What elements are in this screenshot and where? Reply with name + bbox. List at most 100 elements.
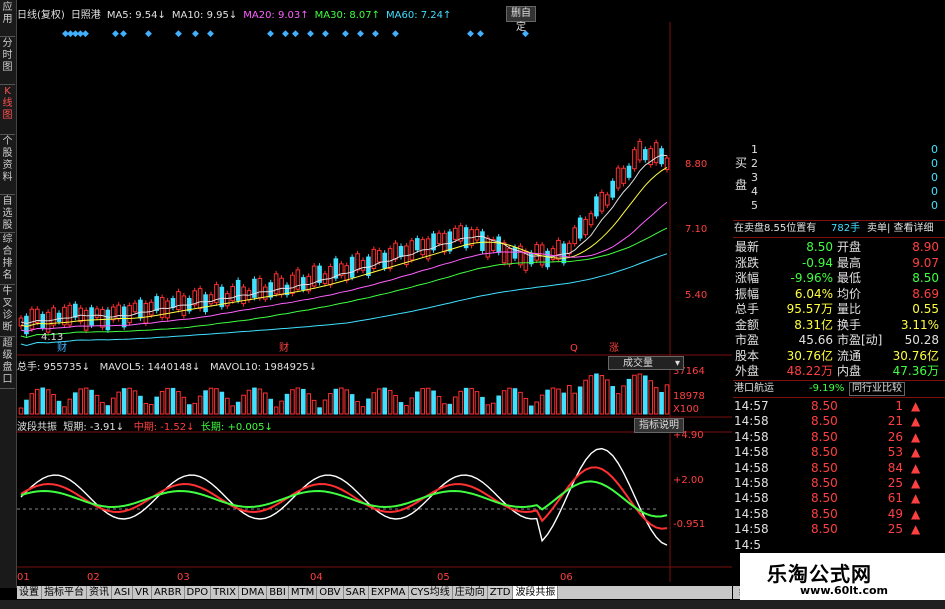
volume-bar <box>241 394 246 415</box>
volume-bar <box>518 391 523 415</box>
sector-name[interactable]: 港口航运 <box>734 381 774 396</box>
tab-17[interactable]: 波段共振 <box>513 586 559 599</box>
volume-bar <box>458 390 464 415</box>
tab-16[interactable]: ZTD <box>488 586 514 599</box>
volume-bar <box>653 387 659 415</box>
sidebar-tab-2[interactable]: K线图 <box>0 86 15 135</box>
indicator-help-button[interactable]: 指标说明 <box>634 418 684 433</box>
tab-10[interactable]: MTM <box>289 586 318 599</box>
volume-bar <box>599 374 605 415</box>
volume-bar <box>89 389 94 415</box>
tab-5[interactable]: ARBR <box>152 586 185 599</box>
volume-bar <box>45 389 51 415</box>
tick-row: 14:57 8.50 1 ▲ <box>733 399 943 414</box>
level-num: 5 <box>751 199 758 212</box>
sidebar-tab-6[interactable]: 牛叉诊断 <box>0 286 15 337</box>
sidebar-tab-4[interactable]: 自选股 <box>0 196 15 233</box>
volume-bar <box>311 399 317 415</box>
tab-6[interactable]: DPO <box>185 586 212 599</box>
candle <box>594 196 599 217</box>
volume-indicator-select[interactable]: 成交量 ▾ <box>608 356 684 370</box>
volume-bar <box>545 389 550 415</box>
candle <box>409 240 415 261</box>
ma-header: 日线(复权) 日照港 MA5: 9.54↓ MA10: 9.95↓ MA20: 9.03… <box>17 6 532 21</box>
volume-bar <box>414 391 420 415</box>
tab-15[interactable]: 庄动向 <box>453 586 488 599</box>
tab-3[interactable]: ASI <box>112 586 134 599</box>
candle <box>485 237 491 258</box>
volume-bar <box>143 403 149 415</box>
volume-bar <box>642 375 648 415</box>
tab-9[interactable]: BBI <box>267 586 289 599</box>
volume-bar <box>235 401 241 415</box>
volume-bar <box>322 399 328 415</box>
sector-compare-button[interactable]: 同行业比较 <box>849 382 905 396</box>
event-diamond-icon: ◆ <box>342 29 349 39</box>
tab-13[interactable]: EXPMA <box>369 586 409 599</box>
level-vol: 0 <box>931 143 938 156</box>
quote-row: 涨幅 -9.96% 最低 8.50 <box>733 271 943 286</box>
event-diamond-icon: ◆ <box>112 29 119 39</box>
level-vol: 0 <box>931 171 938 184</box>
level-num: 4 <box>751 185 758 198</box>
tab-7[interactable]: TRIX <box>211 586 240 599</box>
volume-bar <box>512 388 518 415</box>
tab-12[interactable]: SAR <box>344 586 369 599</box>
mid-line <box>20 466 668 530</box>
tick-price: 8.50 <box>811 522 838 537</box>
tab-14[interactable]: CYS均线 <box>409 586 453 599</box>
volume-bar <box>273 406 279 415</box>
candle <box>632 149 637 170</box>
tick-qty: 25 <box>887 476 903 490</box>
level-vol: 0 <box>931 199 938 212</box>
event-diamond-icon: ◆ <box>372 29 379 39</box>
candle <box>637 140 643 161</box>
quote-label: 最高 <box>837 255 862 270</box>
quote-value: 8.50 <box>806 240 833 254</box>
volume-bar <box>279 400 284 415</box>
volume-bar <box>159 390 165 415</box>
candle <box>290 274 295 294</box>
sidebar-tab-3[interactable]: 个股资料 <box>0 136 15 195</box>
sidebar-tab-7[interactable]: 超级盘口 <box>0 338 15 389</box>
event-diamond-icon: ◆ <box>192 29 199 39</box>
sector-row: 港口航运 -9.19% 同行业比较 <box>733 381 943 396</box>
quote-row: 市盈 45.66 市盈[动] 50.28 <box>733 333 943 348</box>
quote-value: 48.22万 <box>786 364 833 378</box>
date-axis-label: 01 <box>17 572 30 583</box>
sidebar-tab-5[interactable]: 综合排名 <box>0 234 15 285</box>
candle <box>480 231 485 251</box>
level-vol: 0 <box>931 185 938 198</box>
tick-price: 8.50 <box>811 399 838 413</box>
sidebar-tab-1[interactable]: 分时图 <box>0 38 15 85</box>
sell-qty: 782手 <box>831 223 861 234</box>
sell-info: 在卖盘8.55位置有 <box>734 223 817 234</box>
tab-4[interactable]: VR <box>133 586 152 599</box>
tab-2[interactable]: 资讯 <box>87 586 112 599</box>
volume-bar <box>170 387 176 415</box>
sidebar-tab-0[interactable]: 应用 <box>0 2 15 37</box>
kline-chart-area[interactable]: ◆◆◆◆◆ ◆ ◆ ◆ ◆ ◆ ◆ ◆ ◆ ◆ ◆ ◆ ◆ ◆ ◆ ◆ ◆ ◆ ◆ 8.807.105.404.13… <box>17 22 732 587</box>
sell-detail-link[interactable]: 卖单| 查看详细 <box>867 221 934 236</box>
tick-price: 8.50 <box>811 506 838 521</box>
tick-time: 14:58 <box>734 491 769 506</box>
custom-delete-button[interactable]: 删自定 <box>506 6 536 33</box>
indicator-axis-label: -0.951 <box>673 519 705 530</box>
tick-time: 14:5 <box>734 537 761 552</box>
order-level: 40 <box>733 184 943 199</box>
volume-bar <box>480 396 485 415</box>
volume-bar <box>219 391 225 415</box>
tab-8[interactable]: DMA <box>239 586 268 599</box>
event-mark: 财 <box>57 341 67 354</box>
volume-bar <box>116 391 122 415</box>
volume-bar <box>165 387 170 415</box>
tab-11[interactable]: OBV <box>317 586 344 599</box>
tab-1[interactable]: 指标平台 <box>42 586 87 599</box>
tab-0[interactable]: 设置 <box>17 586 42 599</box>
tick-price: 8.50 <box>811 460 838 475</box>
volume-bar <box>360 406 366 415</box>
candle <box>393 242 398 260</box>
indicator-header: 波段共振 短期: -3.91↓ 中期: -1.52↓ 长期: +0.005↓ <box>17 418 273 433</box>
candle <box>349 256 355 278</box>
event-diamond-icon: ◆ <box>282 29 289 39</box>
